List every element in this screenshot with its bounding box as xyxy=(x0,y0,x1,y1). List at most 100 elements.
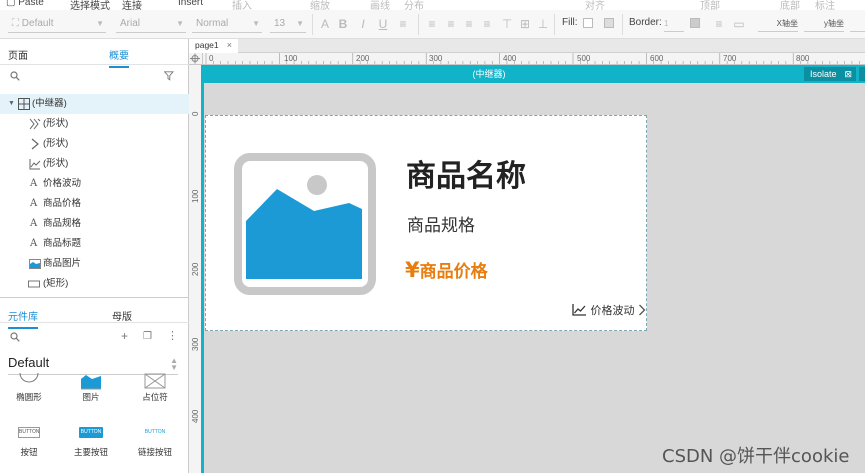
ruler-ticks xyxy=(205,53,860,64)
menu-item[interactable]: 对齐 xyxy=(585,0,605,10)
widget-image[interactable]: 图片 xyxy=(66,373,116,403)
border-color-swatch[interactable] xyxy=(690,18,700,28)
tree-item-text[interactable]: A 商品规格 xyxy=(0,214,189,234)
widget-link-button[interactable]: BUTTON 链接按钮 xyxy=(130,427,180,458)
align-center-icon[interactable]: ≡ xyxy=(444,17,458,31)
menu-item[interactable]: 画线 xyxy=(370,0,390,10)
chart-line-icon xyxy=(572,304,586,316)
tab-masters[interactable]: 母版 xyxy=(112,308,132,323)
menu-item[interactable]: 分布 xyxy=(404,0,424,10)
style-dropdown[interactable]: ⛶ Default ▼ xyxy=(8,15,106,33)
tree-item-shape[interactable]: (形状) xyxy=(0,134,189,154)
valign-top-icon[interactable]: ⊤ xyxy=(500,17,514,31)
chevron-down-icon: ▼ xyxy=(176,19,184,28)
menu-item[interactable]: 缩放 xyxy=(310,0,330,10)
tree-item-repeater[interactable]: ▼ (中继器) xyxy=(0,94,189,114)
x-coord-field[interactable]: X轴坐 xyxy=(758,16,798,32)
text-icon: A xyxy=(30,178,38,189)
widget-primary-button[interactable]: BUTTON 主要按钮 xyxy=(66,427,116,458)
add-library-icon[interactable]: + xyxy=(121,329,128,343)
align-right-icon[interactable]: ≡ xyxy=(462,17,476,31)
border-style-icon[interactable]: ≡ xyxy=(712,17,726,31)
library-menu-icon[interactable]: ❐ xyxy=(143,331,152,342)
font-dropdown[interactable]: Arial ▼ xyxy=(116,15,186,33)
left-panel: 页面 概要 ▼ (中继器) (形状) (形状) (形状) A 价格波动 A 商品… xyxy=(0,39,189,473)
ruler-corner[interactable] xyxy=(189,53,203,65)
close-box-icon: ⊠ xyxy=(844,69,852,79)
isolate-extra-button[interactable] xyxy=(859,67,865,81)
product-image[interactable] xyxy=(234,153,376,295)
isolate-bar: (中继器) Isolate ⊠ xyxy=(203,65,865,83)
list-icon[interactable]: ≡ xyxy=(396,17,410,31)
ruler-label: 700 xyxy=(723,54,737,63)
tree-item-image[interactable]: 商品图片 xyxy=(0,254,189,274)
tree-item-shape[interactable]: (形状) xyxy=(0,114,189,134)
tab-outline[interactable]: 概要 xyxy=(109,47,129,68)
border-width-field[interactable]: 1 xyxy=(664,16,684,32)
valign-bottom-icon[interactable]: ⊥ xyxy=(536,17,550,31)
library-selector[interactable]: Default ▲ ▼ xyxy=(8,355,178,375)
fill-style-swatch[interactable] xyxy=(604,18,614,28)
align-justify-icon[interactable]: ≡ xyxy=(480,17,494,31)
widget-placeholder[interactable]: 占位符 xyxy=(130,373,180,403)
isolate-button[interactable]: Isolate ⊠ xyxy=(804,67,856,81)
menu-item[interactable]: 标注 xyxy=(815,0,835,10)
chevron-down-icon: ▼ xyxy=(96,19,104,28)
product-card[interactable]: 商品名称 商品规格 ¥商品价格 价格波动 xyxy=(205,115,647,331)
underline-icon[interactable]: U xyxy=(376,17,390,31)
library-tabs: 元件库 母版 xyxy=(0,305,189,329)
menu-item[interactable]: 连接 xyxy=(122,0,142,10)
shape-icon xyxy=(29,118,41,130)
widget-button[interactable]: BUTTON 按钮 xyxy=(4,427,54,458)
primary-button-icon: BUTTON xyxy=(79,427,103,438)
repeater-icon xyxy=(18,98,30,110)
product-spec: 商品规格 xyxy=(407,216,475,236)
ruler-label: 800 xyxy=(796,54,810,63)
valign-middle-icon[interactable]: ⊞ xyxy=(518,17,532,31)
menu-item[interactable]: 选择模式 xyxy=(70,0,110,10)
button-icon: BUTTON xyxy=(18,427,40,438)
widget-ellipse[interactable]: 椭圆形 xyxy=(4,373,54,403)
y-coord-field[interactable]: y轴坐 xyxy=(804,16,844,32)
tab-library[interactable]: 元件库 xyxy=(8,308,38,329)
fill-color-swatch[interactable] xyxy=(583,18,593,28)
shadow-icon[interactable]: ▭ xyxy=(732,17,746,31)
close-icon[interactable]: × xyxy=(227,39,232,52)
width-field[interactable] xyxy=(850,16,865,32)
price-fluctuation-link[interactable]: 价格波动 xyxy=(572,302,646,318)
ruler-label: 0 xyxy=(209,54,214,63)
paste-menu[interactable]: ▢ Paste xyxy=(6,0,44,8)
expand-arrow-icon[interactable]: ▼ xyxy=(8,94,15,114)
outline-search[interactable] xyxy=(0,65,189,89)
font-weight-dropdown[interactable]: Normal ▼ xyxy=(192,15,262,33)
ruler-label: 400 xyxy=(503,54,517,63)
search-icon[interactable] xyxy=(10,332,20,342)
chevron-down-icon: ▼ xyxy=(252,19,260,28)
ruler-label: 300 xyxy=(429,54,443,63)
tree-item-text[interactable]: A 商品价格 xyxy=(0,194,189,214)
tree-item-text[interactable]: A 商品标题 xyxy=(0,234,189,254)
image-icon xyxy=(29,259,41,269)
menu-item[interactable]: Insert xyxy=(178,0,203,8)
text-color-icon[interactable]: A xyxy=(318,17,332,31)
horizontal-ruler: 0 100 200 300 400 500 600 700 800 xyxy=(203,53,865,65)
font-size-dropdown[interactable]: 13 ▼ xyxy=(270,15,306,33)
more-options-icon[interactable]: ⋮ xyxy=(167,329,178,342)
text-icon: A xyxy=(30,218,38,229)
menu-item[interactable]: 底部 xyxy=(780,0,800,10)
paste-icon: ▢ xyxy=(6,0,16,8)
ellipse-icon xyxy=(19,373,39,383)
tree-item-text[interactable]: A 价格波动 xyxy=(0,174,189,194)
menu-item[interactable]: 插入 xyxy=(232,0,252,10)
align-left-icon[interactable]: ≡ xyxy=(425,17,439,31)
filter-icon[interactable] xyxy=(164,71,174,81)
style-icon: ⛶ xyxy=(12,18,22,29)
bold-icon[interactable]: B xyxy=(336,17,350,31)
italic-icon[interactable]: I xyxy=(356,17,370,31)
tree-item-rectangle[interactable]: (矩形) xyxy=(0,274,189,294)
text-icon: A xyxy=(30,238,38,249)
tree-item-shape[interactable]: (形状) xyxy=(0,154,189,174)
tab-page1[interactable]: page1 × xyxy=(190,39,238,53)
menu-item[interactable]: 顶部 xyxy=(700,0,720,10)
tab-pages[interactable]: 页面 xyxy=(8,47,28,62)
